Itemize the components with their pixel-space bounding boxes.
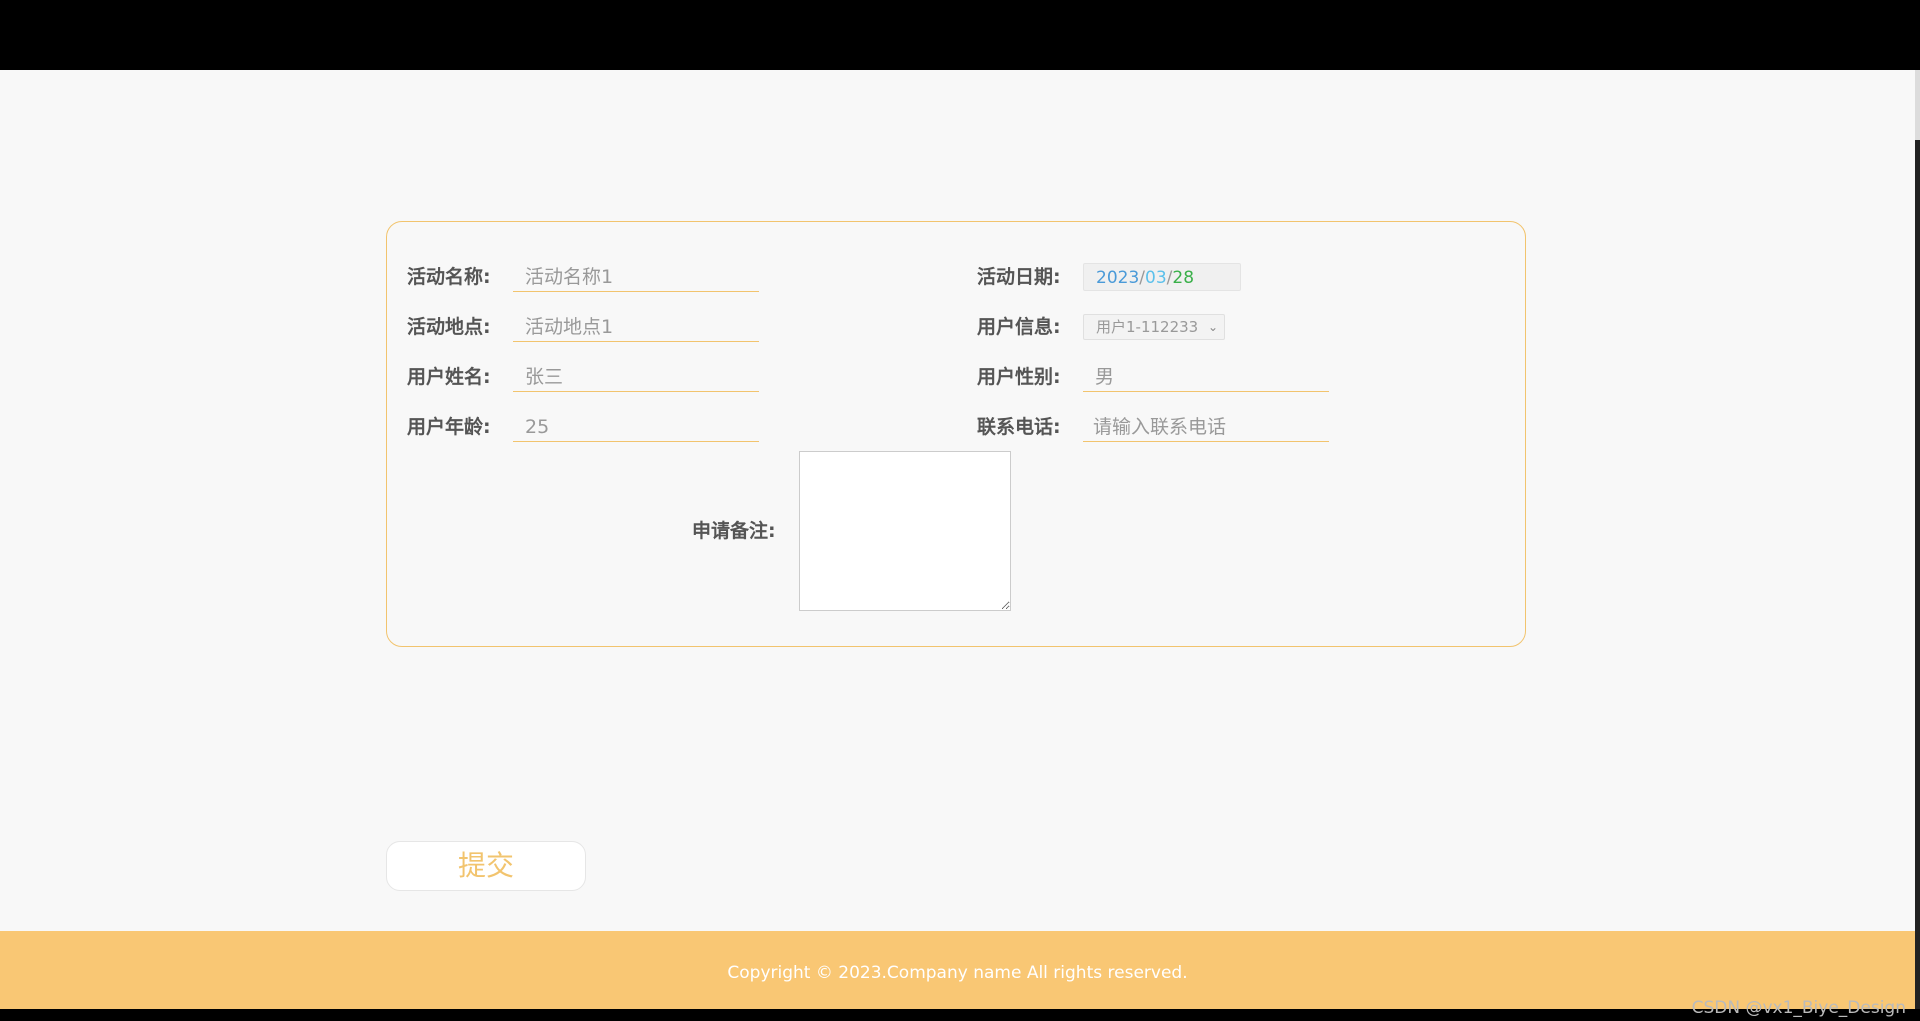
user-age-label: 用户年龄: <box>407 416 491 438</box>
activity-name-label: 活动名称: <box>407 266 491 288</box>
chevron-down-icon: ⌄ <box>1207 320 1218 334</box>
top-bar <box>0 0 1920 70</box>
watermark: CSDN @vx1_Biye_Design <box>1691 998 1906 1018</box>
user-info-label: 用户信息: <box>977 316 1061 338</box>
date-year: 2023 <box>1096 268 1140 288</box>
date-month: 03 <box>1145 268 1167 288</box>
bottom-bar <box>0 1009 1920 1021</box>
activity-name-field[interactable]: 活动名称1 <box>513 262 759 292</box>
date-day: 28 <box>1172 268 1195 288</box>
user-name-label: 用户姓名: <box>407 366 491 388</box>
footer-copyright: Copyright © 2023.Company name All rights… <box>727 963 1188 983</box>
scrollbar-thumb[interactable] <box>1915 140 1920 1010</box>
submit-button[interactable]: 提交 <box>386 841 586 891</box>
user-info-selected: 用户1-112233 <box>1096 318 1199 336</box>
activity-location-label: 活动地点: <box>407 316 491 338</box>
user-name-field[interactable]: 张三 <box>513 362 759 392</box>
activity-date-label: 活动日期: <box>977 266 1061 288</box>
remarks-label: 申请备注: <box>692 520 776 542</box>
remarks-textarea[interactable] <box>799 451 1011 611</box>
user-age-field[interactable]: 25 <box>513 412 759 442</box>
user-info-select[interactable]: 用户1-112233 ⌄ <box>1083 314 1225 340</box>
footer: Copyright © 2023.Company name All rights… <box>0 931 1915 1009</box>
application-form: 活动名称: 活动名称1 活动日期: 2023/03/28 活动地点: 活动地点1… <box>386 221 1526 647</box>
scrollbar[interactable] <box>1915 70 1920 1010</box>
user-gender-label: 用户性别: <box>977 366 1061 388</box>
contact-phone-label: 联系电话: <box>977 416 1061 438</box>
contact-phone-input[interactable] <box>1083 412 1329 442</box>
activity-location-field[interactable]: 活动地点1 <box>513 312 759 342</box>
user-gender-field[interactable]: 男 <box>1083 362 1329 392</box>
activity-date-field[interactable]: 2023/03/28 <box>1083 263 1241 291</box>
